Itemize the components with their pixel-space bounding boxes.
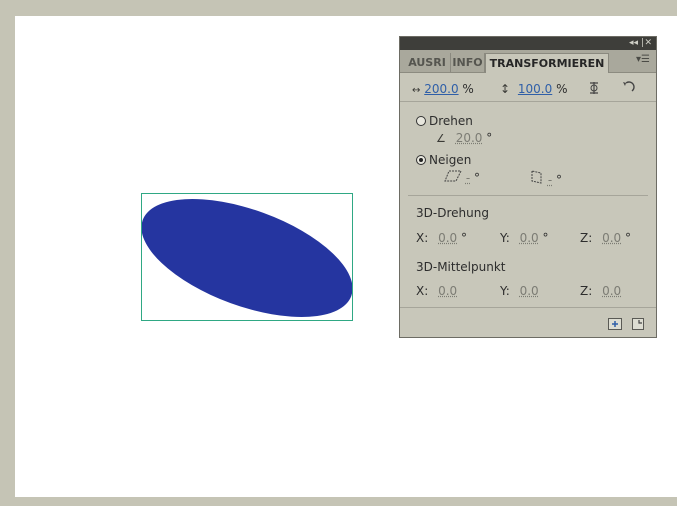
- skew-h-degree: °: [474, 171, 480, 185]
- panel-titlebar[interactable]: ◂◂ | ✕: [400, 37, 656, 50]
- width-icon: ↔: [412, 85, 421, 96]
- mp-z-label: Z:: [580, 284, 593, 298]
- mp-z-value[interactable]: 0.0: [602, 284, 621, 298]
- height-scale-value[interactable]: 100.0: [518, 82, 552, 96]
- tab-info[interactable]: INFO: [451, 53, 485, 72]
- tab-ausrichten[interactable]: AUSRI: [404, 53, 451, 72]
- reset-icon[interactable]: [620, 81, 636, 99]
- neigen-radio[interactable]: [416, 155, 426, 165]
- drehen-label[interactable]: Drehen: [429, 114, 473, 128]
- rot3d-y-label: Y:: [500, 231, 510, 245]
- rot3d-x-value[interactable]: 0.0: [438, 231, 457, 245]
- close-icon[interactable]: ✕: [644, 37, 652, 50]
- collapse-icon[interactable]: ◂◂: [629, 37, 638, 50]
- rot3d-x-degree: °: [461, 231, 468, 245]
- mp-y-value[interactable]: 0.0: [520, 284, 539, 298]
- height-unit: %: [556, 82, 568, 96]
- height-icon: ↕: [500, 82, 511, 96]
- rotate-value[interactable]: 20.0: [456, 131, 483, 145]
- transform-panel: ◂◂ | ✕ AUSRI INFO TRANSFORMIEREN ▾☰ ↔ 20…: [399, 36, 657, 338]
- skew-v-value[interactable]: -: [548, 173, 552, 187]
- remove-transform-icon[interactable]: [632, 318, 644, 330]
- duplicate-transform-icon[interactable]: [608, 318, 622, 330]
- panel-menu-icon[interactable]: ▾☰: [636, 54, 650, 65]
- mp-y-label: Y:: [500, 284, 510, 298]
- rot3d-z-value[interactable]: 0.0: [602, 231, 621, 245]
- rot3d-y-value[interactable]: 0.0: [520, 231, 539, 245]
- skew-v-degree: °: [556, 173, 562, 187]
- rot3d-z-degree: °: [625, 231, 632, 245]
- tab-transformieren[interactable]: TRANSFORMIEREN: [485, 53, 609, 73]
- skew-v-icon: [531, 170, 542, 184]
- mp-x-value[interactable]: 0.0: [438, 284, 457, 298]
- rot3d-x-label: X:: [416, 231, 429, 245]
- mittelpunkt-label: 3D-Mittelpunkt: [416, 260, 506, 274]
- skew-h-icon: [444, 170, 462, 182]
- selection-bounding-box: [141, 193, 353, 321]
- rot3d-y-degree: °: [542, 231, 549, 245]
- rotate-icon: ∠: [436, 132, 446, 145]
- drehen-radio[interactable]: [416, 116, 426, 126]
- neigen-label[interactable]: Neigen: [429, 153, 471, 167]
- panel-tabs: AUSRI INFO TRANSFORMIEREN ▾☰: [400, 50, 656, 73]
- rot3d-z-label: Z:: [580, 231, 593, 245]
- constrain-icon[interactable]: [586, 81, 602, 99]
- mp-x-label: X:: [416, 284, 429, 298]
- width-scale-value[interactable]: 200.0: [424, 82, 458, 96]
- rotate-degree: °: [486, 131, 493, 145]
- skew-h-value[interactable]: -: [466, 171, 470, 185]
- width-unit: %: [462, 82, 474, 96]
- rotation3d-label: 3D-Drehung: [416, 206, 489, 220]
